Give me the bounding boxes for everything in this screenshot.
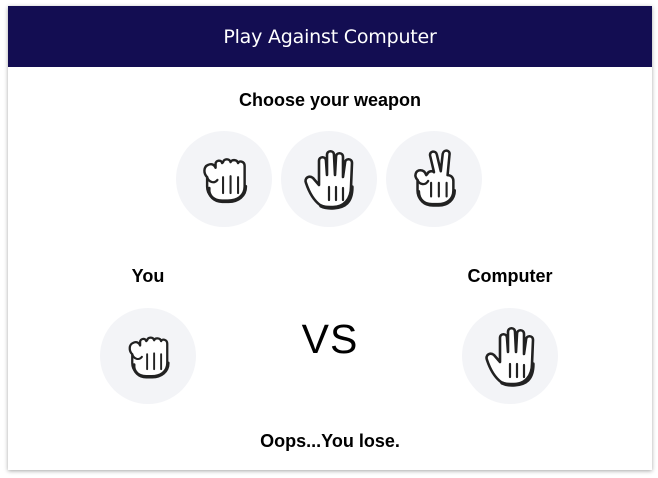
vs-text: VS — [301, 316, 359, 362]
computer-choice — [462, 308, 558, 404]
paper-hand-icon — [303, 149, 354, 210]
game-card: Play Against Computer Choose your weapon… — [8, 6, 652, 470]
result-message: Oops...You lose. — [260, 431, 400, 451]
rock-button[interactable] — [176, 131, 272, 227]
player-choice — [100, 308, 196, 404]
computer-label: Computer — [467, 266, 553, 286]
paper-button[interactable] — [281, 131, 377, 227]
paper-hand-icon — [484, 326, 535, 387]
header-bar: Play Against Computer — [8, 6, 652, 67]
rock-hand-icon — [202, 157, 248, 204]
scissors-hand-icon — [413, 148, 456, 207]
page-title: Play Against Computer — [223, 26, 437, 48]
scissors-button[interactable] — [386, 131, 482, 227]
rock-hand-icon — [128, 336, 170, 379]
you-label: You — [131, 266, 165, 286]
choose-weapon-heading: Choose your weapon — [238, 90, 422, 110]
